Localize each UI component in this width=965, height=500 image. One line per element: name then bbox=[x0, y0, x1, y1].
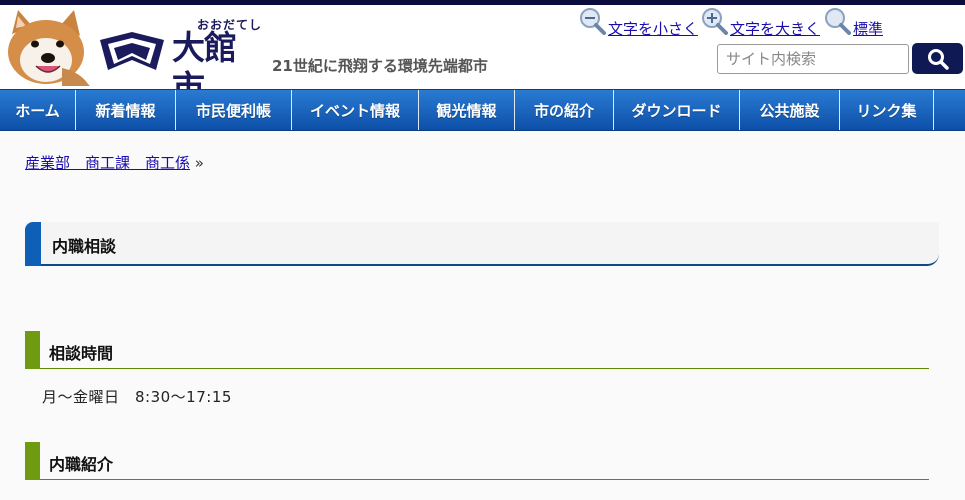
site-search-input[interactable] bbox=[717, 44, 909, 74]
title-accent-bar bbox=[25, 222, 41, 266]
font-standard-control[interactable]: 標準 bbox=[823, 6, 883, 39]
page-title: 内職相談 bbox=[52, 237, 117, 256]
nav-item-links[interactable]: リンク集 bbox=[840, 90, 934, 130]
font-smaller-control[interactable]: 文字を小さく bbox=[578, 6, 698, 39]
akita-dog-photo bbox=[2, 6, 90, 86]
section-heading-text: 相談時間 bbox=[49, 344, 114, 363]
font-larger-control[interactable]: 文字を大きく bbox=[700, 6, 820, 39]
magnifier-minus-icon bbox=[580, 8, 606, 35]
nav-item-facilities[interactable]: 公共施設 bbox=[740, 90, 840, 130]
tagline: 21世紀に飛翔する環境先端都市 bbox=[272, 57, 488, 75]
breadcrumb: 産業部 商工課 商工係 » bbox=[25, 152, 204, 173]
breadcrumb-separator: » bbox=[194, 154, 204, 172]
font-standard-link[interactable]: 標準 bbox=[853, 18, 883, 39]
section-accent-bar bbox=[25, 331, 40, 369]
magnifier-plus-icon bbox=[702, 8, 728, 35]
section-heading-text: 内職紹介 bbox=[49, 455, 114, 474]
magnifier-icon bbox=[825, 8, 851, 35]
page-title-box: 内職相談 bbox=[25, 222, 939, 266]
font-smaller-link[interactable]: 文字を小さく bbox=[608, 18, 698, 39]
consultation-hours-text: 月～金曜日 8:30～17:15 bbox=[42, 388, 232, 406]
section-heading: 相談時間 bbox=[25, 331, 929, 369]
font-larger-link[interactable]: 文字を大きく bbox=[730, 18, 820, 39]
nav-item-city-intro[interactable]: 市の紹介 bbox=[515, 90, 614, 130]
nav-item-tourism[interactable]: 観光情報 bbox=[419, 90, 515, 130]
nav-item-news[interactable]: 新着情報 bbox=[76, 90, 176, 130]
search-icon bbox=[927, 48, 949, 70]
city-emblem-icon bbox=[100, 32, 164, 70]
nav-item-download[interactable]: ダウンロード bbox=[614, 90, 740, 130]
nav-item-events[interactable]: イベント情報 bbox=[292, 90, 419, 130]
nav-item-citizen-guide[interactable]: 市民便利帳 bbox=[176, 90, 292, 130]
nav-item-home[interactable]: ホーム bbox=[0, 90, 76, 130]
city-logo[interactable]: おおだてし 大館市 bbox=[96, 18, 266, 107]
breadcrumb-link[interactable]: 産業部 商工課 商工係 bbox=[25, 154, 190, 172]
global-nav: ホーム 新着情報 市民便利帳 イベント情報 観光情報 市の紹介 ダウンロード 公… bbox=[0, 89, 965, 131]
search-button[interactable] bbox=[912, 43, 963, 74]
section-accent-bar bbox=[25, 442, 40, 480]
nav-filler bbox=[934, 90, 965, 130]
section-heading: 内職紹介 bbox=[25, 442, 929, 480]
